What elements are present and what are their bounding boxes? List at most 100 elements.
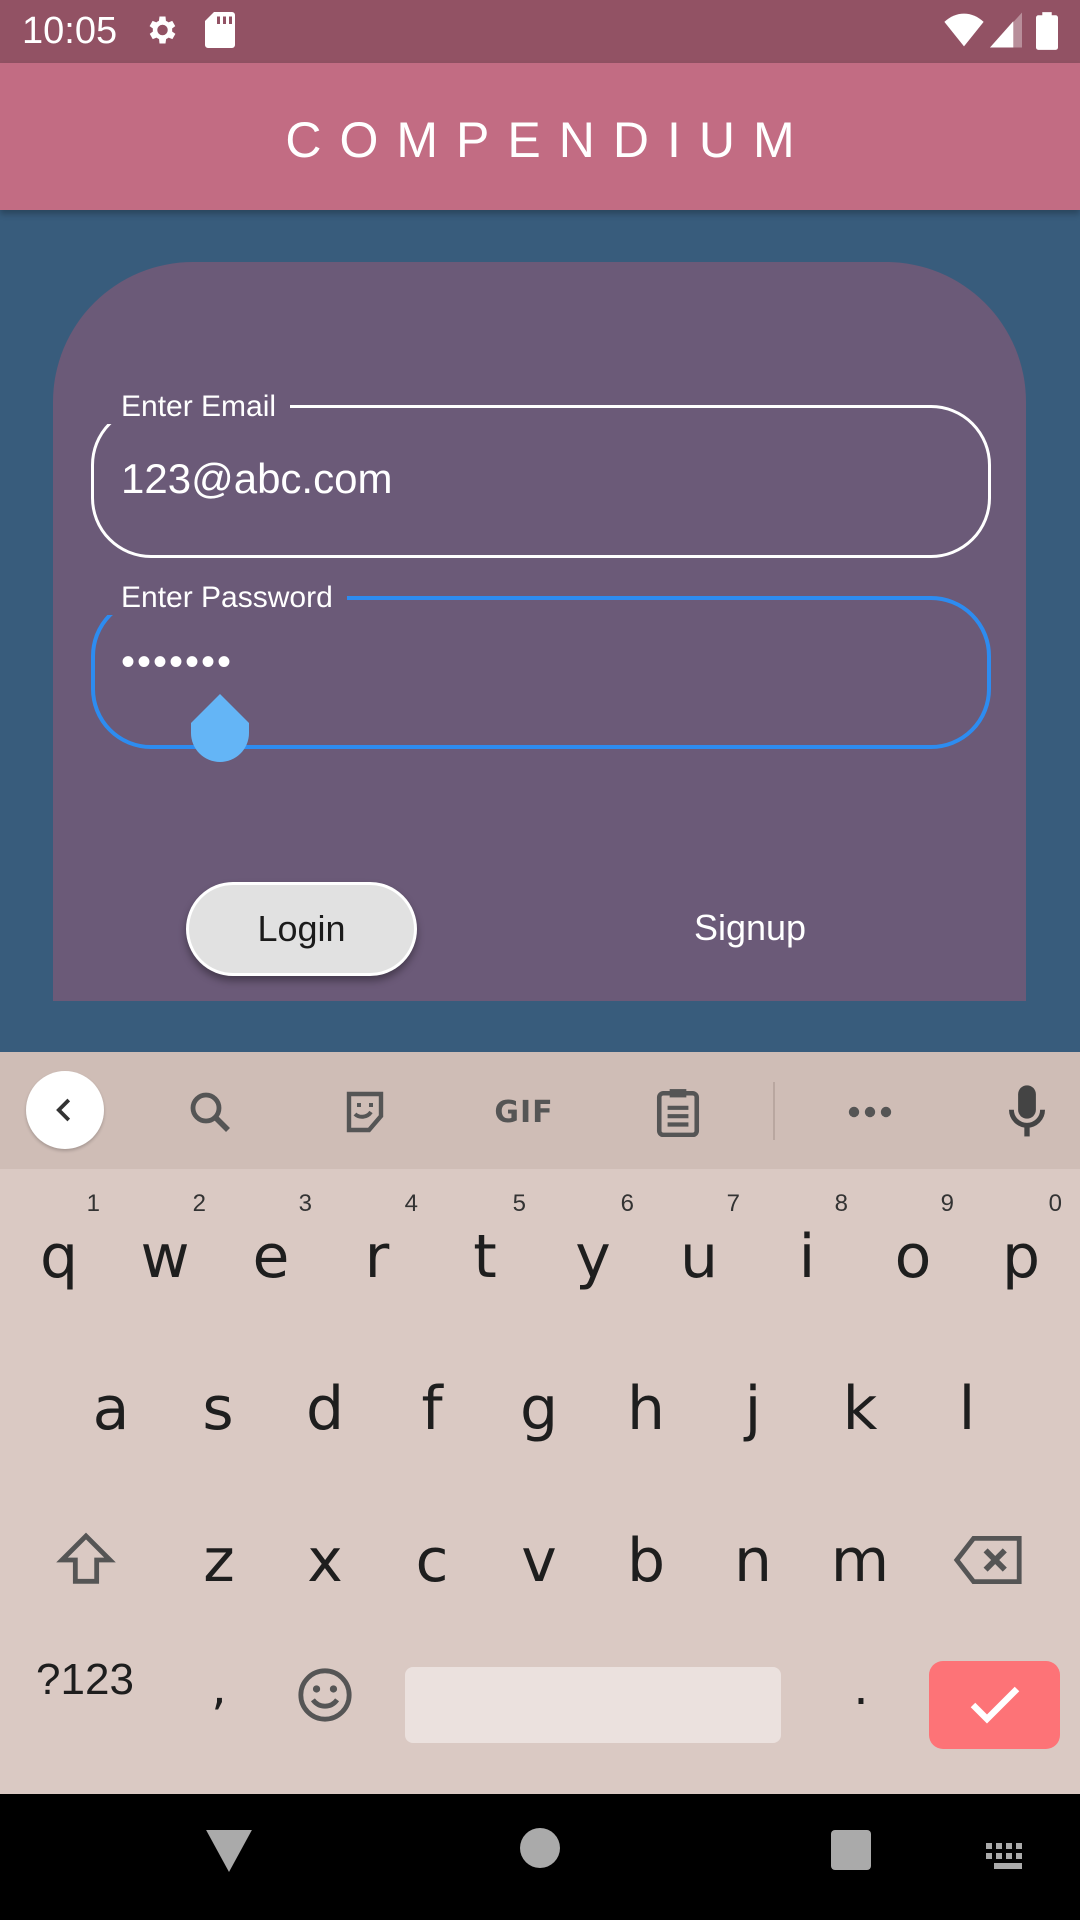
key-l[interactable]: l [914, 1336, 1020, 1476]
key-number-hint: 2 [192, 1190, 206, 1217]
key-w[interactable]: w2 [112, 1184, 218, 1324]
key-number-hint: 7 [726, 1190, 740, 1217]
home-icon[interactable] [520, 1828, 560, 1873]
key-n[interactable]: n [700, 1488, 806, 1628]
key-char: u [679, 1222, 719, 1292]
key-char: q [39, 1222, 79, 1292]
comma-key[interactable]: , [166, 1616, 272, 1756]
key-char: e [252, 1222, 290, 1292]
key-s[interactable]: s [165, 1336, 271, 1476]
status-bar: 10:05 [0, 0, 1080, 63]
key-o[interactable]: o9 [860, 1184, 966, 1324]
shift-icon [56, 1532, 116, 1584]
key-m[interactable]: m [807, 1488, 913, 1628]
key-char: n [733, 1526, 773, 1596]
key-b[interactable]: b [593, 1488, 699, 1628]
key-number-hint: 0 [1048, 1190, 1062, 1217]
battery-icon [1036, 12, 1058, 50]
key-y[interactable]: y6 [540, 1184, 646, 1324]
back-icon[interactable] [26, 1071, 104, 1149]
recents-icon[interactable] [831, 1830, 871, 1875]
symbols-key[interactable]: ?123 [20, 1630, 150, 1730]
shift-key[interactable] [34, 1488, 140, 1628]
key-char: b [626, 1526, 666, 1596]
key-j[interactable]: j [700, 1336, 806, 1476]
key-number-hint: 4 [404, 1190, 418, 1217]
key-g[interactable]: g [486, 1336, 592, 1476]
sd-card-icon [205, 12, 235, 48]
key-t[interactable]: t5 [432, 1184, 538, 1324]
sticker-icon[interactable] [333, 1080, 397, 1144]
key-char: , [211, 1660, 227, 1716]
search-icon[interactable] [178, 1080, 242, 1144]
key-number-hint: 6 [620, 1190, 634, 1217]
gif-label: GIF [494, 1094, 554, 1130]
mic-icon[interactable] [995, 1080, 1059, 1144]
key-char: . [853, 1660, 869, 1716]
key-char: c [415, 1526, 449, 1596]
key-char: f [421, 1374, 443, 1444]
key-char: l [958, 1374, 976, 1444]
email-label: Enter Email [107, 390, 291, 424]
key-h[interactable]: h [593, 1336, 699, 1476]
key-q[interactable]: q1 [6, 1184, 112, 1324]
key-r[interactable]: r4 [324, 1184, 430, 1324]
key-char: s [202, 1374, 234, 1444]
key-k[interactable]: k [807, 1336, 913, 1476]
key-c[interactable]: c [379, 1488, 485, 1628]
signup-button[interactable]: Signup [660, 898, 840, 958]
key-char: o [894, 1222, 932, 1292]
signal-icon [990, 12, 1022, 48]
key-char: x [307, 1526, 343, 1596]
backspace-icon [953, 1536, 1022, 1584]
status-time: 10:05 [22, 10, 118, 52]
period-key[interactable]: . [808, 1616, 914, 1756]
key-f[interactable]: f [379, 1336, 485, 1476]
password-label: Enter Password [107, 581, 347, 615]
toolbar-divider [773, 1082, 775, 1140]
key-char: h [626, 1374, 666, 1444]
key-number-hint: 5 [512, 1190, 526, 1217]
app-title: COMPENDIUM [285, 112, 813, 168]
key-char: g [519, 1374, 559, 1444]
key-number-hint: 9 [940, 1190, 954, 1217]
key-char: t [473, 1222, 497, 1292]
clipboard-icon[interactable] [646, 1080, 710, 1144]
key-char: z [203, 1526, 235, 1596]
key-e[interactable]: e3 [218, 1184, 324, 1324]
emoji-icon [298, 1668, 352, 1722]
key-i[interactable]: i8 [754, 1184, 860, 1324]
key-char: y [575, 1222, 611, 1292]
space-bar[interactable] [405, 1667, 781, 1743]
text-cursor-handle[interactable] [191, 694, 249, 762]
navigation-bar [0, 1794, 1080, 1920]
key-x[interactable]: x [272, 1488, 378, 1628]
password-value: ••••••• [121, 640, 234, 684]
key-char: v [521, 1526, 557, 1596]
key-char: p [1001, 1222, 1041, 1292]
key-z[interactable]: z [166, 1488, 272, 1628]
keyboard-toolbar: GIF [0, 1052, 1080, 1169]
wifi-icon [944, 12, 984, 48]
emoji-key[interactable] [272, 1616, 378, 1756]
more-icon[interactable] [838, 1080, 902, 1144]
keyboard-switch-icon[interactable] [986, 1842, 1030, 1877]
key-char: j [744, 1374, 762, 1444]
key-char: k [842, 1374, 878, 1444]
enter-key[interactable] [929, 1661, 1060, 1749]
key-char: r [364, 1222, 390, 1292]
key-number-hint: 8 [834, 1190, 848, 1217]
email-value: 123@abc.com [121, 455, 393, 502]
login-button[interactable]: Login [186, 882, 417, 976]
key-a[interactable]: a [58, 1336, 164, 1476]
backspace-key[interactable] [940, 1488, 1046, 1628]
key-p[interactable]: p0 [968, 1184, 1074, 1324]
key-v[interactable]: v [486, 1488, 592, 1628]
gif-icon[interactable]: GIF [488, 1080, 560, 1144]
key-char: m [830, 1526, 890, 1596]
key-char: w [140, 1222, 190, 1292]
key-char: d [305, 1374, 345, 1444]
key-u[interactable]: u7 [646, 1184, 752, 1324]
key-d[interactable]: d [272, 1336, 378, 1476]
back-nav-icon[interactable] [206, 1830, 252, 1877]
